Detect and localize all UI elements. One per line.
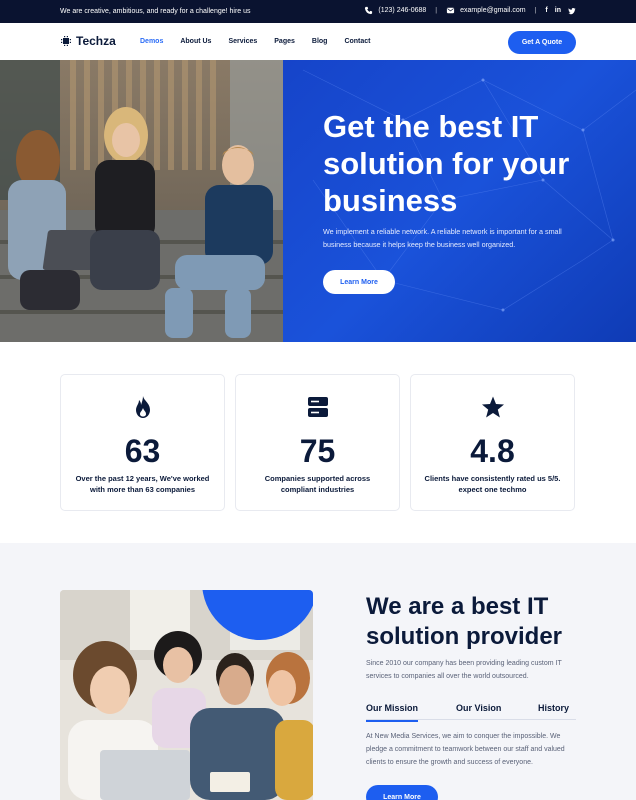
hero-description: We implement a reliable network. A relia… <box>323 227 562 249</box>
about-title: We are a best IT solution provider <box>366 593 563 650</box>
stat-description: Companies supported across compliant ind… <box>264 474 371 494</box>
stat-card: 63 Over the past 12 years, We've worked … <box>60 374 225 511</box>
nav-item-services[interactable]: Services <box>228 38 257 45</box>
divider: | <box>435 7 438 14</box>
nav-item-contact[interactable]: Contact <box>344 38 370 45</box>
tab-history[interactable]: History <box>538 703 569 713</box>
hero-learn-more-button[interactable]: Learn More <box>323 270 395 294</box>
stat-card: 75 Companies supported across compliant … <box>235 374 400 511</box>
nav-item-demos[interactable]: Demos <box>140 38 163 45</box>
mail-icon <box>447 7 455 14</box>
stat-description: Clients have consistently rated us 5/5. … <box>424 474 561 494</box>
social-links: f in <box>545 7 576 15</box>
logo-icon <box>61 36 71 46</box>
team-photo-illustration <box>60 590 313 800</box>
star-icon <box>481 396 504 418</box>
tab-our-vision[interactable]: Our Vision <box>456 703 501 713</box>
logo[interactable]: Techza <box>60 34 116 48</box>
about-image <box>60 590 313 800</box>
nav-menu: Demos About Us Services Pages Blog Conta… <box>140 38 388 45</box>
about-description: Since 2010 our company has been providin… <box>366 660 562 680</box>
hero-photo-illustration <box>0 60 283 342</box>
tab-our-mission[interactable]: Our Mission <box>366 703 419 722</box>
email-text: example@gmail.com <box>460 7 526 14</box>
linkedin-icon[interactable]: in <box>555 7 561 14</box>
phone-icon <box>365 6 373 15</box>
nav-item-about-us[interactable]: About Us <box>180 38 211 45</box>
server-icon <box>307 397 328 417</box>
phone-text: (123) 246-0688 <box>378 7 427 14</box>
hero-image <box>0 60 283 342</box>
topbar-contacts: (123) 246-0688 | example@gmail.com | f i… <box>364 6 576 15</box>
nav-item-pages[interactable]: Pages <box>274 38 295 45</box>
about-tab-content: At New Media Services, we aim to conquer… <box>366 733 565 766</box>
stat-value: 4.8 <box>470 433 515 469</box>
hero-title: Get the best IT solution for your busine… <box>323 109 570 218</box>
topbar-phone[interactable]: (123) 246-0688 <box>364 6 426 15</box>
main-navigation: Techza Demos About Us Services Pages Blo… <box>0 23 636 60</box>
stat-description: Over the past 12 years, We've worked wit… <box>75 474 210 494</box>
divider: | <box>534 7 537 14</box>
facebook-icon[interactable]: f <box>545 7 547 14</box>
about-learn-more-button[interactable]: Learn More <box>366 785 438 800</box>
topbar-email[interactable]: example@gmail.com <box>446 6 526 15</box>
logo-text: Techza <box>76 34 116 48</box>
twitter-icon[interactable] <box>568 7 576 15</box>
nav-item-blog[interactable]: Blog <box>312 38 328 45</box>
get-a-quote-button[interactable]: Get A Quote <box>508 31 576 54</box>
hero-banner: Get the best IT solution for your busine… <box>283 60 636 342</box>
stat-value: 75 <box>299 433 336 469</box>
topbar-tagline: We are creative, ambitious, and ready fo… <box>60 8 251 15</box>
about-tabs: Our Mission Our Vision History <box>366 700 576 722</box>
top-bar: We are creative, ambitious, and ready fo… <box>0 0 636 23</box>
stat-value: 63 <box>124 433 161 469</box>
stat-card: 4.8 Clients have consistently rated us 5… <box>410 374 575 511</box>
fire-icon <box>135 396 150 418</box>
